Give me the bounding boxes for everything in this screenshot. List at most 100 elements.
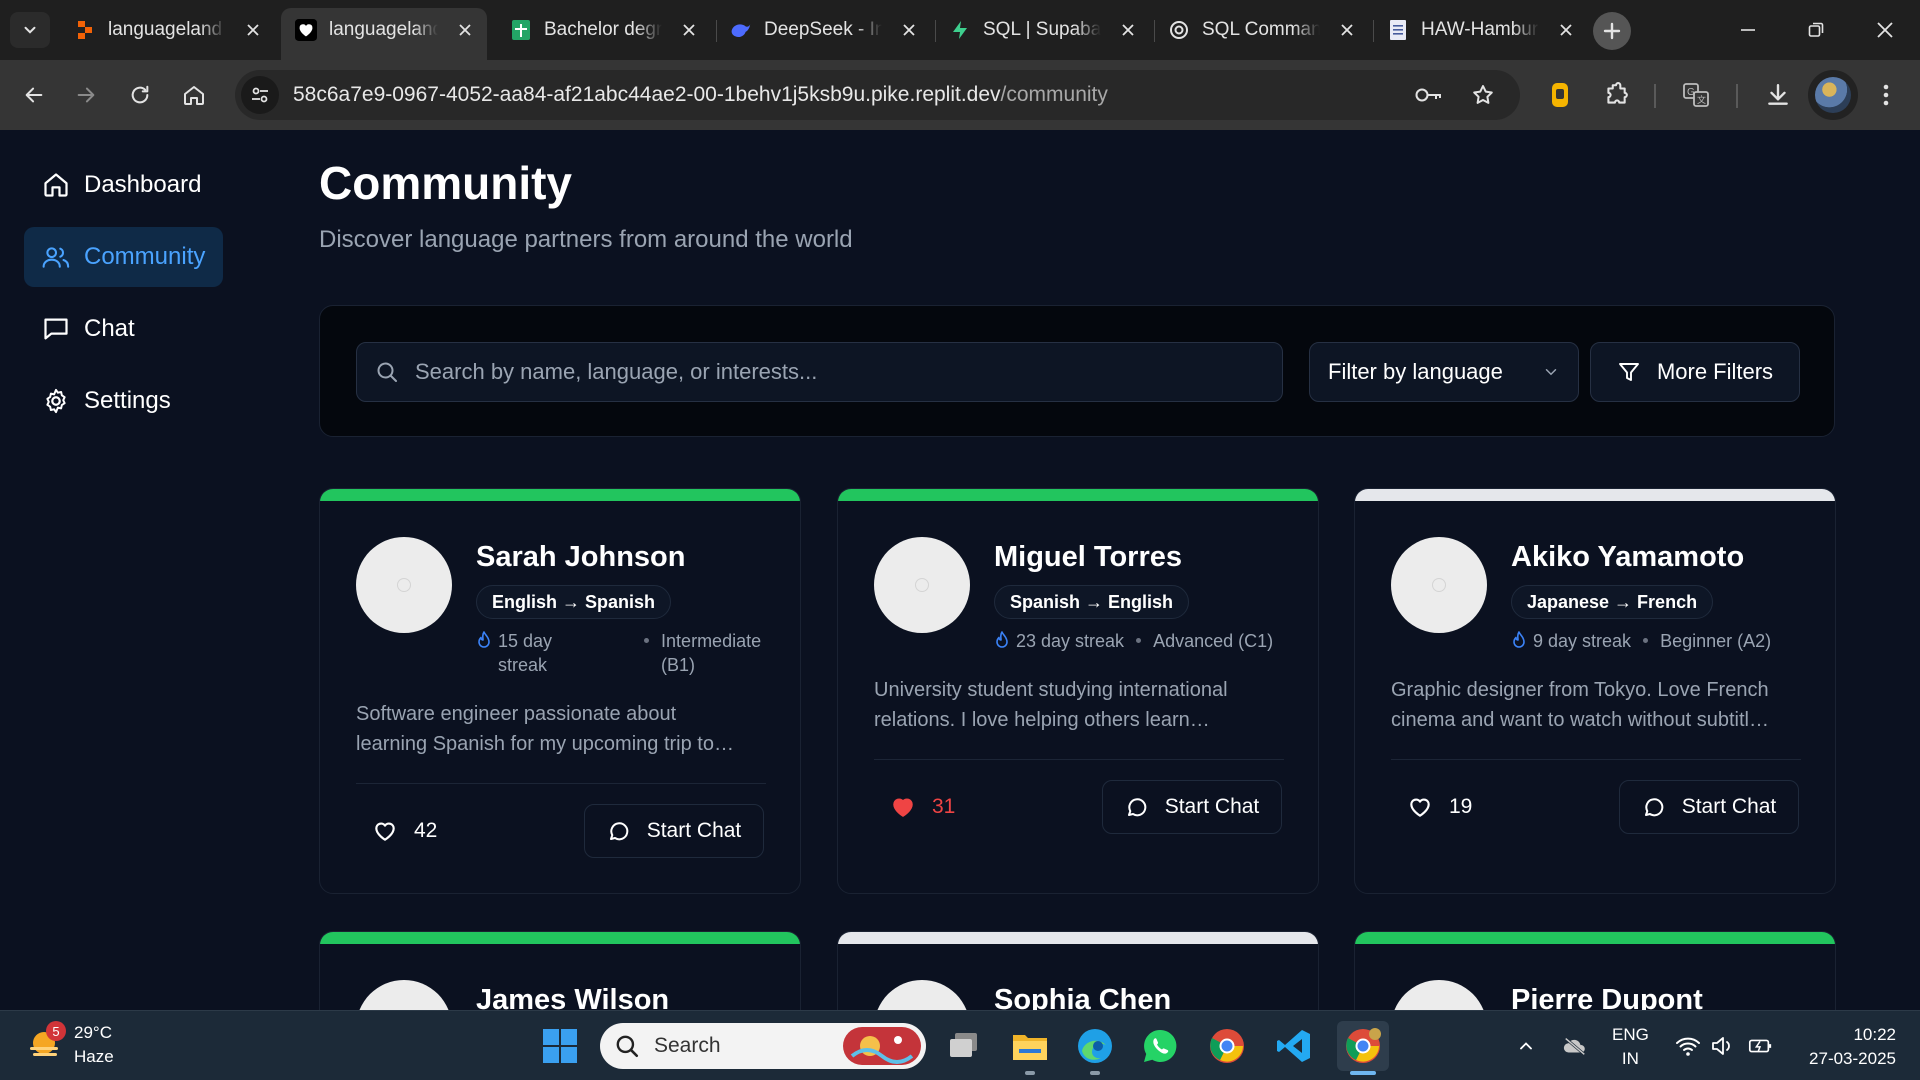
like-count: 19 [1449,795,1473,818]
language-filter-select[interactable]: Filter by language [1309,342,1579,402]
whatsapp-icon[interactable] [1138,1024,1182,1068]
sidebar-item-chat[interactable]: Chat [24,299,223,359]
message-circle-icon [1644,798,1663,817]
supabase-icon [949,19,971,41]
input-language-indicator[interactable]: ENG IN [1612,1023,1649,1071]
close-icon[interactable] [900,21,918,39]
browser-tab[interactable]: SQL Comman [1154,8,1370,52]
battery-charging-icon[interactable] [1747,1033,1773,1059]
avatar [356,980,452,1010]
sidebar-item-dashboard[interactable]: Dashboard [24,155,223,215]
system-clock[interactable]: 10:22 27-03-2025 [1796,1023,1896,1071]
file-explorer-icon[interactable] [1008,1024,1052,1068]
search-icon [377,362,397,382]
volume-icon[interactable] [1710,1033,1736,1059]
browser-tab[interactable]: HAW-Hambur [1373,8,1589,52]
chrome-active-icon[interactable] [1337,1021,1389,1071]
address-bar[interactable]: 58c6a7e9-0967-4052-aa84-af21abc44ae2-00-… [235,70,1520,120]
more-filters-button[interactable]: More Filters [1590,342,1800,402]
chevron-up-icon[interactable] [1513,1033,1539,1059]
forward-button[interactable] [68,77,104,113]
download-icon[interactable] [1762,79,1794,111]
browser-tab[interactable]: DeepSeek - In [716,8,932,52]
separator-dot [1136,638,1142,643]
close-icon [1877,22,1893,38]
search-highlight-icon [843,1027,921,1065]
tab-title: SQL Comman [1202,19,1320,40]
search-input[interactable] [399,343,1282,401]
extension-yellow-icon[interactable] [1544,79,1576,111]
back-button[interactable] [16,77,52,113]
card-divider [356,783,766,784]
partner-name: Miguel Torres [994,541,1182,573]
sidebar-item-community[interactable]: Community [24,227,223,287]
sidebar-item-settings[interactable]: Settings [24,371,223,431]
browser-tab[interactable]: SQL | Supabas [935,8,1151,52]
restore-button[interactable] [1793,10,1839,50]
close-icon[interactable] [680,21,698,39]
tab-search-button[interactable] [10,12,50,48]
offline-status-bar [1355,489,1835,501]
vscode-icon[interactable] [1272,1024,1316,1068]
partner-bio: University student studying internationa… [874,675,1284,735]
toolbar-separator [1654,84,1656,108]
close-icon[interactable] [1557,21,1575,39]
start-chat-button[interactable]: Start Chat [584,804,764,858]
site-info-button[interactable] [241,76,279,114]
toolbar-separator [1736,84,1738,108]
reload-button[interactable] [122,77,158,113]
like-button[interactable]: 42 [356,804,456,858]
partner-card: Pierre Dupont [1354,931,1836,1010]
browser-tab[interactable]: Bachelor degr [496,8,712,52]
like-button[interactable]: 31 [874,780,974,834]
close-window-button[interactable] [1862,10,1908,50]
new-tab-button[interactable] [1593,12,1631,50]
partner-card: James Wilson [319,931,801,1010]
avatar [1391,980,1487,1010]
windows-start-button[interactable] [538,1024,582,1068]
flame-icon [1513,631,1525,648]
start-chat-button[interactable]: Start Chat [1619,780,1799,834]
chrome-icon[interactable] [1205,1024,1249,1068]
bio-line: learning Spanish for my upcoming trip to… [356,733,734,755]
translate-icon[interactable]: G文 [1680,79,1712,111]
close-icon[interactable] [244,21,262,39]
minimize-button[interactable] [1725,10,1771,50]
partner-card: Akiko Yamamoto Japanese → French 9 day s… [1354,488,1836,894]
browser-toolbar: 58c6a7e9-0967-4052-aa84-af21abc44ae2-00-… [0,60,1920,130]
wifi-icon[interactable] [1675,1033,1701,1059]
home-button[interactable] [176,77,212,113]
partner-card: Miguel Torres Spanish → English 23 day s… [837,488,1319,894]
arrow-right-icon [77,87,95,103]
start-chat-button[interactable]: Start Chat [1102,780,1282,834]
taskbar-search[interactable]: Search [600,1023,926,1069]
home-icon [184,86,204,105]
clock-date: 27-03-2025 [1809,1049,1896,1068]
sidebar-item-label: Chat [84,315,135,342]
onedrive-offline-icon[interactable] [1562,1033,1588,1059]
edge-icon[interactable] [1073,1024,1117,1068]
task-view-icon[interactable] [942,1024,986,1068]
online-status-bar [1355,932,1835,944]
partner-name: Sophia Chen [994,984,1172,1010]
close-icon[interactable] [456,21,473,39]
more-vertical-icon[interactable] [1870,79,1902,111]
password-key-icon[interactable] [1415,81,1443,109]
close-icon[interactable] [1338,21,1356,39]
bookmark-star-icon[interactable] [1469,81,1497,109]
browser-tab-active[interactable]: languageland [281,8,487,60]
message-circle-icon [1127,798,1146,817]
close-icon[interactable] [1119,21,1137,39]
heart-icon [1410,798,1430,817]
search-box [356,342,1283,402]
partner-meta: 9 day streak Beginner (A2) [1511,629,1771,653]
extensions-puzzle-icon[interactable] [1600,79,1632,111]
profile-avatar-button[interactable] [1808,70,1858,120]
browser-tab[interactable]: languageland [60,8,276,52]
svg-text:文: 文 [1697,94,1706,105]
like-button[interactable]: 19 [1391,780,1491,834]
partner-meta: 15 day streak Intermediate (B1) [476,629,761,677]
weather-widget[interactable]: 5 29°C Haze [24,1021,114,1069]
card-divider [1391,759,1801,760]
start-chat-label: Start Chat [1681,795,1777,818]
